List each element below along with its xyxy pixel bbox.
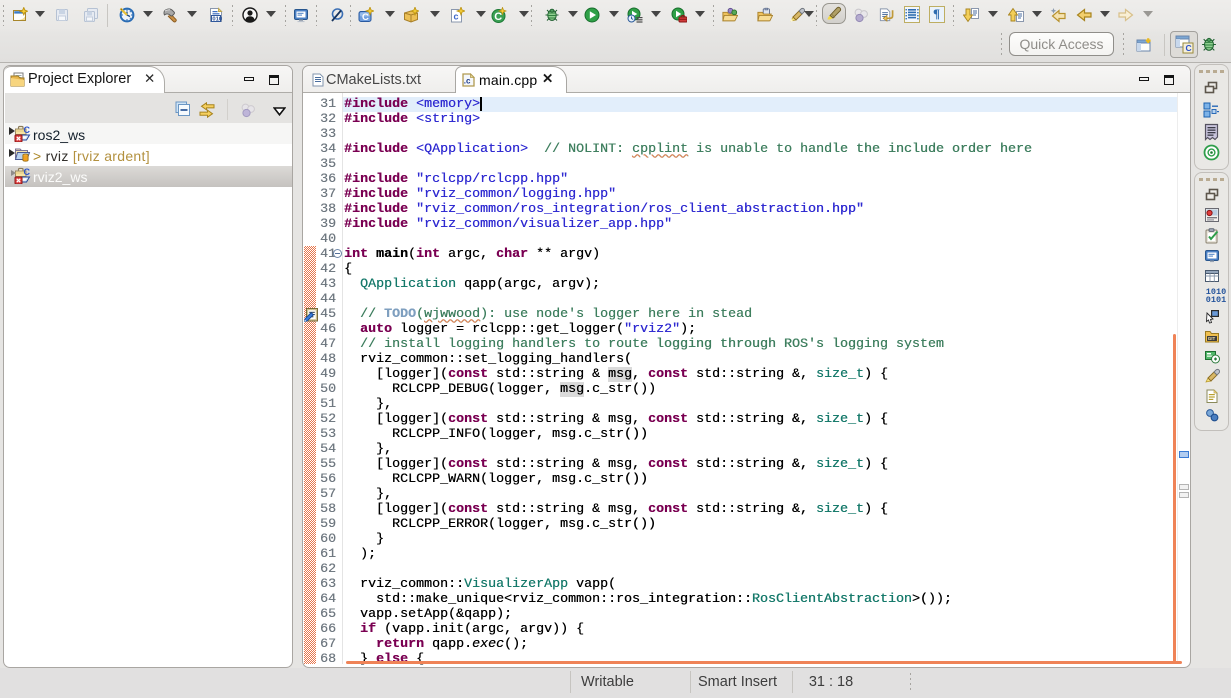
svg-text:C: C [1186, 43, 1192, 53]
svg-text:GIT: GIT [1208, 336, 1216, 341]
svg-text:C: C [24, 125, 31, 135]
svg-text:010: 010 [212, 16, 222, 22]
svg-text:c: c [454, 12, 459, 22]
svg-text:C: C [494, 11, 502, 23]
svg-text:C: C [362, 12, 369, 23]
svg-text:.c: .c [464, 77, 471, 86]
svg-text:C: C [24, 167, 31, 177]
